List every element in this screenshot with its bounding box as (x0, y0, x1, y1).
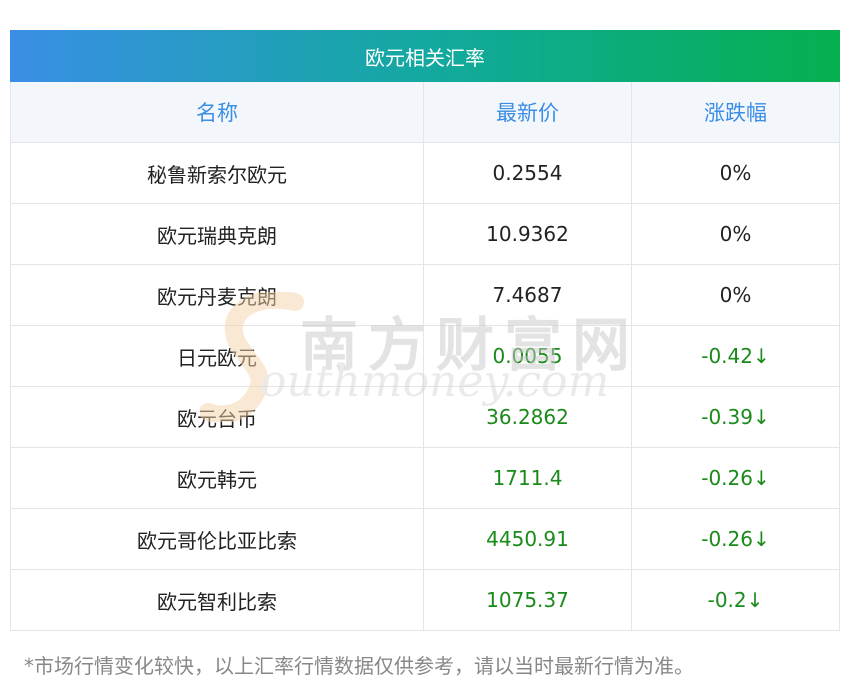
rate-price: 4450.91 (424, 509, 632, 569)
rate-price: 0.0055 (424, 326, 632, 386)
rate-price: 1711.4 (424, 448, 632, 508)
table-body: 秘鲁新索尔欧元 0.2554 0% 欧元瑞典克朗 10.9362 0% 欧元丹麦克朗 7.46… (10, 143, 840, 631)
rate-change: -0.2↓ (632, 570, 840, 630)
rate-price: 0.2554 (424, 143, 632, 203)
rate-change: 0% (632, 143, 840, 203)
rate-change: -0.39↓ (632, 387, 840, 447)
rate-name: 欧元台币 (10, 387, 424, 447)
rate-change: -0.42↓ (632, 326, 840, 386)
rate-name: 秘鲁新索尔欧元 (10, 143, 424, 203)
table-row[interactable]: 欧元瑞典克朗 10.9362 0% (10, 204, 840, 265)
page: 欧元相关汇率 名称 最新价 涨跌幅 秘鲁新索尔欧元 0.2554 0% 欧元瑞典克朗 1… (0, 0, 850, 697)
rate-change: 0% (632, 204, 840, 264)
rate-change: -0.26↓ (632, 509, 840, 569)
column-header-change: 涨跌幅 (632, 82, 840, 142)
rate-name: 日元欧元 (10, 326, 424, 386)
column-header-name: 名称 (10, 82, 424, 142)
table-row[interactable]: 欧元哥伦比亚比索 4450.91 -0.26↓ (10, 509, 840, 570)
table-row[interactable]: 日元欧元 0.0055 -0.42↓ (10, 326, 840, 387)
rate-change: -0.26↓ (632, 448, 840, 508)
rate-name: 欧元智利比索 (10, 570, 424, 630)
table-row[interactable]: 欧元台币 36.2862 -0.39↓ (10, 387, 840, 448)
column-header-row: 名称 最新价 涨跌幅 (10, 82, 840, 143)
table-row[interactable]: 秘鲁新索尔欧元 0.2554 0% (10, 143, 840, 204)
table-row[interactable]: 欧元丹麦克朗 7.4687 0% (10, 265, 840, 326)
table-row[interactable]: 欧元韩元 1711.4 -0.26↓ (10, 448, 840, 509)
rate-price: 7.4687 (424, 265, 632, 325)
column-header-price: 最新价 (424, 82, 632, 142)
disclaimer-footnote: *市场行情变化较快，以上汇率行情数据仅供参考，请以当时最新行情为准。 (24, 654, 694, 678)
rate-name: 欧元丹麦克朗 (10, 265, 424, 325)
euro-rate-table: 欧元相关汇率 名称 最新价 涨跌幅 秘鲁新索尔欧元 0.2554 0% 欧元瑞典克朗 1… (10, 30, 840, 631)
table-row[interactable]: 欧元智利比索 1075.37 -0.2↓ (10, 570, 840, 631)
rate-name: 欧元瑞典克朗 (10, 204, 424, 264)
rate-price: 10.9362 (424, 204, 632, 264)
table-title: 欧元相关汇率 (10, 30, 840, 82)
rate-change: 0% (632, 265, 840, 325)
rate-price: 1075.37 (424, 570, 632, 630)
rate-name: 欧元哥伦比亚比索 (10, 509, 424, 569)
rate-price: 36.2862 (424, 387, 632, 447)
rate-name: 欧元韩元 (10, 448, 424, 508)
